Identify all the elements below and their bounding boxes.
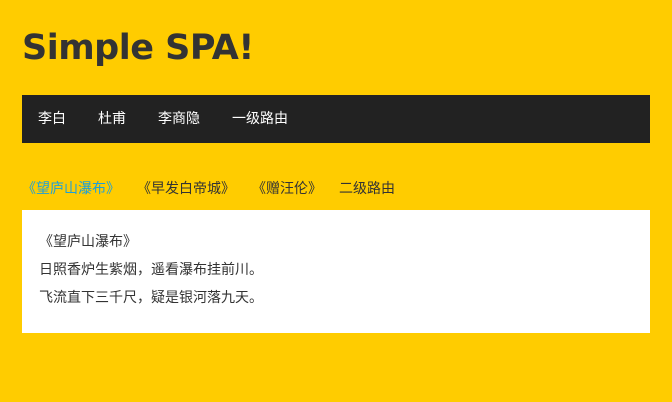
sub-nav-level-label: 二级路由: [339, 181, 395, 197]
sub-nav: 《望庐山瀑布》 《早发白帝城》 《赠汪伦》 二级路由: [22, 178, 395, 200]
nav-link-level1-route[interactable]: 一级路由: [232, 95, 288, 143]
top-nav: 李白 杜甫 李商隐 一级路由: [22, 95, 650, 143]
nav-link-lishangyin[interactable]: 李商隐: [158, 95, 200, 143]
poem-line-2: 飞流直下三千尺，疑是银河落九天。: [39, 290, 263, 306]
sub-nav-link-zaofabaidi[interactable]: 《早发白帝城》: [137, 178, 235, 200]
poem-title: 《望庐山瀑布》: [39, 234, 137, 250]
nav-link-libai[interactable]: 李白: [38, 95, 66, 143]
poem-panel: 《望庐山瀑布》 日照香炉生紫烟，遥看瀑布挂前川。 飞流直下三千尺，疑是银河落九天…: [22, 210, 650, 333]
sub-nav-link-wanglushan[interactable]: 《望庐山瀑布》: [22, 178, 120, 200]
poem-line-1: 日照香炉生紫烟，遥看瀑布挂前川。: [39, 262, 263, 278]
sub-nav-link-zengwanglun[interactable]: 《赠汪伦》: [252, 178, 322, 200]
page-title: Simple SPA!: [22, 28, 254, 68]
nav-link-dufu[interactable]: 杜甫: [98, 95, 126, 143]
